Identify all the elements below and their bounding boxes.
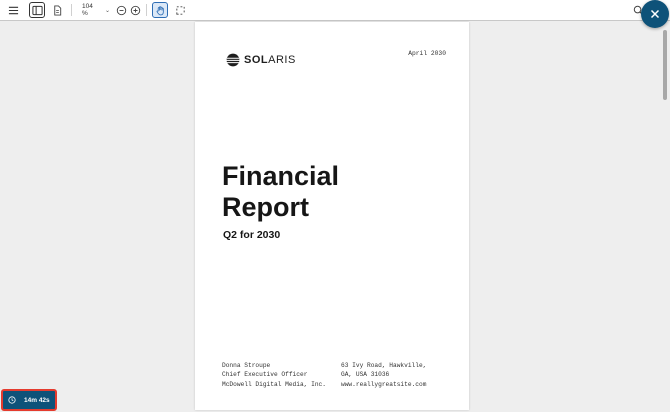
close-viewer-button[interactable] (641, 0, 669, 28)
menu-icon (8, 6, 18, 14)
document-properties-button[interactable] (49, 2, 65, 18)
timer-value: 14m 42s (24, 396, 50, 404)
logo-text-bold: SOL (244, 54, 269, 66)
report-title: Financial Report (222, 161, 339, 223)
company-logo: SOL ARIS (226, 53, 296, 67)
toolbar-separator (146, 4, 147, 16)
session-timer[interactable]: 14m 42s (1, 389, 57, 411)
logo-text-light: ARIS (268, 54, 296, 66)
menu-button[interactable] (5, 2, 21, 18)
contact-company: McDowell Digital Media, Inc. (222, 380, 326, 388)
report-title-line: Report (222, 192, 309, 222)
report-title-line: Financial (222, 161, 340, 191)
zoom-in-icon (130, 5, 140, 15)
contact-address: 63 Ivy Road, Hawkville, GA, USA 31036 ww… (341, 361, 426, 389)
select-icon (175, 5, 185, 15)
contact-role: Chief Executive Officer (222, 371, 308, 379)
toolbar-separator (71, 4, 72, 16)
select-tool-button[interactable] (172, 2, 188, 18)
pan-hand-icon (156, 5, 164, 15)
clock-icon (8, 396, 16, 404)
pan-tool-button[interactable] (152, 2, 168, 18)
chevron-down-icon: ⌄ (104, 7, 110, 14)
sidebar-toggle-icon (31, 5, 43, 15)
close-icon (650, 9, 660, 19)
address-line: 63 Ivy Road, Hawkville, (341, 362, 427, 369)
contact-person: Donna Stroupe Chief Executive Officer Mc… (222, 361, 326, 389)
address-line: GA, USA 31036 (341, 371, 390, 379)
report-date: April 2030 (408, 50, 446, 57)
toolbar: 104 % ⌄ (0, 0, 670, 21)
zoom-out-icon (116, 5, 126, 15)
zoom-select[interactable]: 104 % ⌄ (78, 3, 110, 17)
zoom-value: 104 % (82, 3, 93, 17)
sidebar-toggle-button[interactable] (29, 2, 45, 18)
globe-logo-icon (226, 53, 240, 67)
zoom-in-button[interactable] (127, 2, 143, 18)
contact-name: Donna Stroupe (222, 362, 271, 369)
website: www.reallygreatsite.com (341, 380, 427, 388)
vertical-scrollbar[interactable] (663, 30, 667, 100)
document-page: SOL ARIS April 2030 Financial Report Q2 f… (195, 22, 469, 410)
document-icon (53, 4, 61, 16)
report-subtitle: Q2 for 2030 (223, 229, 281, 241)
